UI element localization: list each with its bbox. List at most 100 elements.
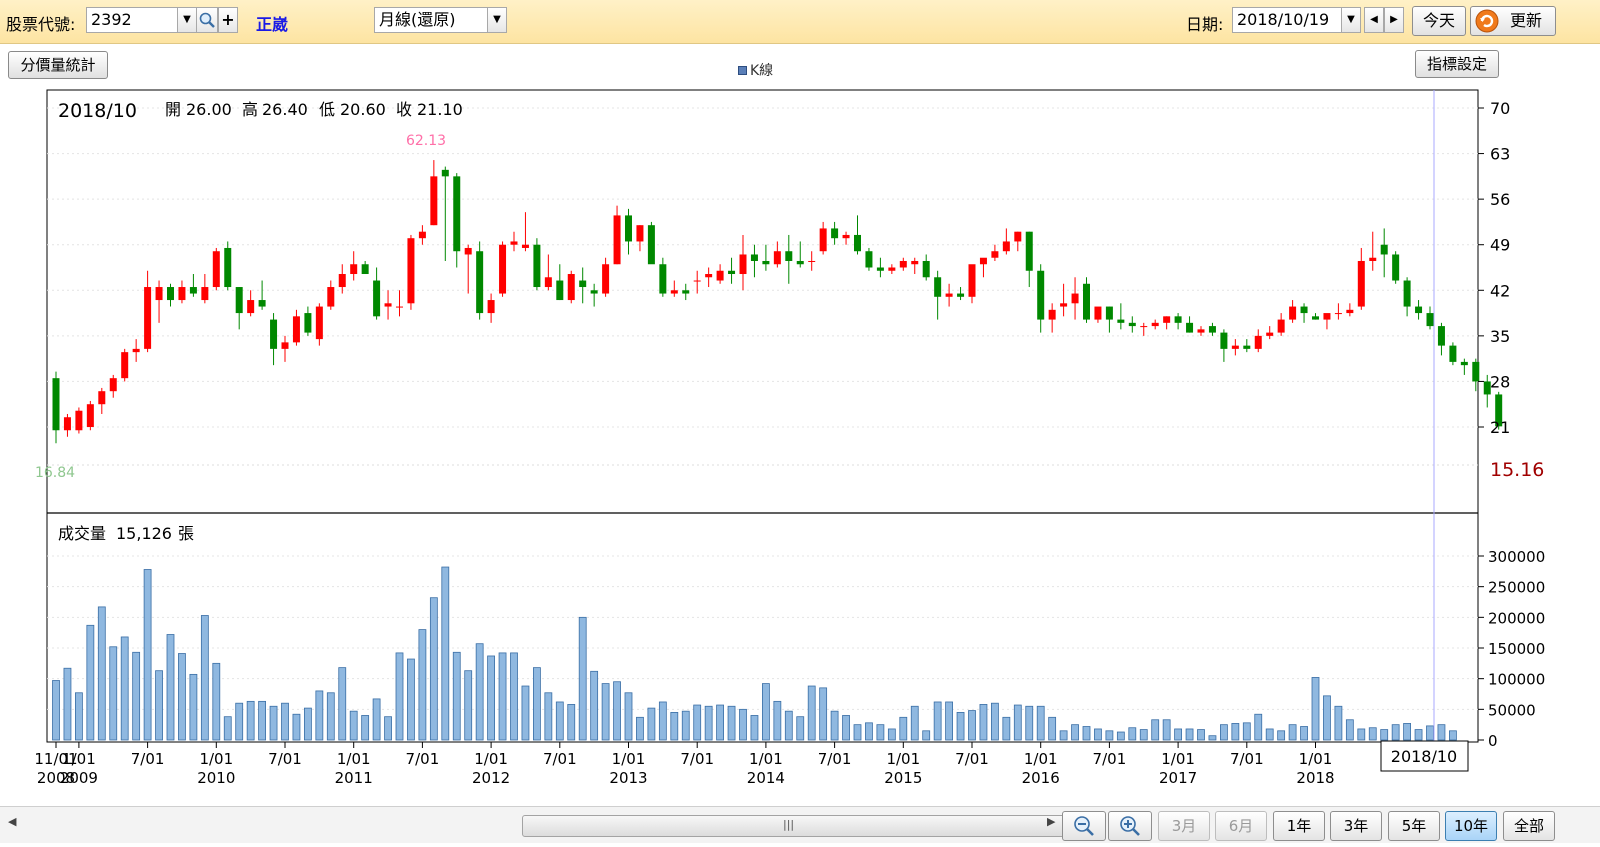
zoom-in-button[interactable] [1108, 811, 1152, 841]
candle-body [739, 254, 747, 275]
candle-body [361, 264, 369, 275]
price-y-axis: 21 28 35 42 49 56 63 70 [1478, 99, 1510, 437]
volume-bar [991, 702, 999, 741]
volume-bar [235, 702, 244, 741]
volume-bar [613, 681, 621, 741]
volume-bar [155, 670, 163, 741]
x-year-label: 2018 [1296, 769, 1334, 787]
candle-body [270, 319, 278, 349]
candle-body [613, 215, 621, 265]
candle-body [1197, 329, 1205, 333]
candle-body [407, 238, 415, 304]
volume-bar [1139, 729, 1148, 741]
candle-body [750, 254, 758, 261]
candle-body [418, 231, 426, 239]
range-10y-button[interactable]: 10年 [1445, 811, 1497, 841]
volume-bar [681, 710, 690, 741]
volume-bar [326, 692, 335, 741]
volume-bar [189, 673, 198, 741]
info-open-value: 26.00 [186, 100, 232, 119]
chart-frame [46, 89, 1479, 743]
volume-bar [555, 701, 564, 741]
volume-bar [166, 634, 175, 741]
scroll-right-arrow[interactable]: ▶ [1047, 815, 1055, 828]
volume-bar [1059, 730, 1068, 741]
candle-body [1094, 306, 1102, 320]
candle-body [544, 277, 552, 288]
volume-bar [910, 705, 919, 741]
volume-bar [899, 716, 908, 741]
volume-bar [109, 646, 118, 741]
volume-bar [487, 655, 496, 741]
volume-bar [407, 658, 415, 741]
volume-bar [464, 670, 473, 741]
candle-body [682, 290, 690, 294]
candle-body [1369, 257, 1377, 261]
min-price-label: 16.84 [35, 465, 75, 481]
candle-body [705, 274, 713, 278]
info-low-label: 低 [319, 100, 335, 119]
volume-bar [521, 685, 530, 741]
candle-body [1243, 345, 1251, 349]
candle-body [510, 241, 518, 245]
range-1y-button[interactable]: 1年 [1273, 811, 1325, 841]
volume-bar [567, 704, 576, 741]
zoom-in-icon [1120, 816, 1140, 836]
volume-bar [510, 652, 518, 741]
time-scrollbar[interactable]: ||| [522, 815, 1067, 837]
volume-bar [1368, 727, 1377, 741]
volume-tick-label: 300000 [1488, 548, 1545, 566]
volume-bar [1403, 723, 1411, 741]
candle-body [1323, 313, 1331, 320]
x-tick-label: 1/01 [337, 750, 371, 768]
x-year-label: 2012 [472, 769, 510, 787]
x-tick-label: 7/01 [268, 750, 302, 768]
x-tick-label: 1/01 [474, 750, 508, 768]
range-3y-button[interactable]: 3年 [1330, 811, 1382, 841]
scroll-left-arrow[interactable]: ◀ [8, 815, 16, 828]
volume-bar [922, 730, 931, 741]
volume-bar [223, 716, 232, 741]
volume-bar [418, 629, 427, 741]
x-tick-label: 7/01 [818, 750, 852, 768]
x-tick-label: 7/01 [680, 750, 714, 768]
range-3m-button[interactable]: 3月 [1158, 811, 1210, 841]
range-6m-button[interactable]: 6月 [1215, 811, 1267, 841]
candle-body [86, 404, 94, 427]
x-tick-label: 1/01 [62, 750, 96, 768]
info-low-value: 20.60 [340, 100, 386, 119]
volume-bar [1185, 728, 1194, 741]
candle-body [1392, 254, 1400, 281]
scrollbar-grip[interactable]: ||| [783, 818, 794, 831]
volume-info-unit: 張 [178, 524, 194, 543]
candle-body [1163, 316, 1171, 323]
volume-bar [533, 667, 541, 741]
volume-bar [601, 683, 610, 741]
volume-bar [1013, 704, 1022, 741]
volume-bar [1174, 728, 1182, 741]
range-all-button[interactable]: 全部 [1503, 811, 1555, 841]
zoom-out-button[interactable] [1062, 811, 1106, 841]
candle-body [1277, 319, 1285, 333]
candle-body [1208, 326, 1216, 333]
volume-bar [1426, 725, 1434, 741]
volume-bar [1449, 730, 1457, 741]
chart-area[interactable]: 21 28 35 42 49 56 63 70 0 50000 100000 150000 20000… [0, 0, 1600, 843]
volume-bar [1220, 724, 1228, 741]
candle-body [178, 287, 186, 301]
volume-bar [258, 700, 267, 741]
candle-body [1151, 322, 1159, 327]
x-tick-label: 1/01 [199, 750, 233, 768]
x-tick-label: 7/01 [543, 750, 577, 768]
candle-body [1037, 270, 1045, 320]
volume-bar [750, 715, 759, 741]
volume-bar [1323, 695, 1331, 741]
volume-tick-label: 100000 [1488, 671, 1545, 689]
volume-bar [853, 724, 862, 741]
range-5y-button[interactable]: 5年 [1388, 811, 1440, 841]
candle-body [991, 251, 999, 258]
price-tick-label: 56 [1490, 190, 1510, 209]
info-open-label: 開 [165, 100, 181, 119]
volume-bar [452, 651, 461, 741]
volume-bar [1334, 705, 1343, 741]
